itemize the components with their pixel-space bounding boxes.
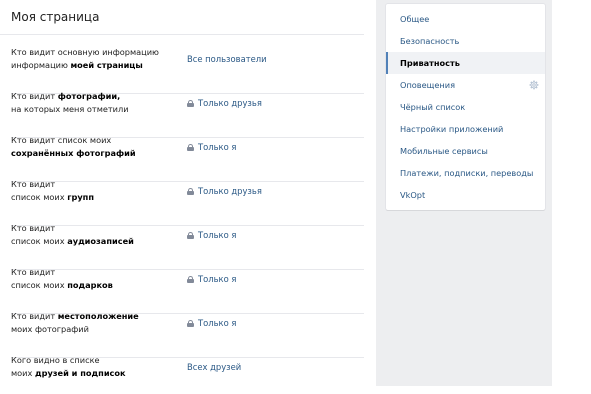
setting-value-link[interactable]: Все пользователи bbox=[187, 53, 267, 65]
lock-icon bbox=[187, 275, 194, 283]
setting-row-audio: Кто видит список моих аудиозаписей Тольк… bbox=[0, 220, 364, 270]
setting-label: Кто видит список моих аудиозаписей bbox=[11, 223, 134, 246]
setting-value-link[interactable]: Только друзья bbox=[187, 185, 262, 197]
setting-row-tagged-photos: Кто видит фотографии, на которых меня от… bbox=[0, 88, 364, 138]
page-title: Моя страница bbox=[11, 10, 100, 24]
setting-row-photo-location: Кто видит местоположение моих фотографий… bbox=[0, 308, 364, 358]
setting-label: Кого видно в списке моих друзей и подпис… bbox=[11, 355, 126, 378]
menu-item-notifications[interactable]: Оповещения bbox=[386, 74, 545, 96]
lock-icon bbox=[187, 99, 194, 107]
setting-row-main-info: Кто видит основную информацию информацию… bbox=[0, 44, 364, 94]
divider bbox=[0, 34, 364, 35]
lock-icon bbox=[187, 143, 194, 151]
setting-row-gifts: Кто видит список моих подарков Только я bbox=[0, 264, 364, 314]
setting-value-link[interactable]: Только я bbox=[187, 273, 236, 285]
setting-label: Кто видит фотографии, на которых меня от… bbox=[11, 91, 129, 114]
lock-icon bbox=[187, 231, 194, 239]
menu-item-general[interactable]: Общее bbox=[386, 8, 545, 30]
setting-label: Кто видит местоположение моих фотографий bbox=[11, 311, 139, 334]
menu-item-mobile-services[interactable]: Мобильные сервисы bbox=[386, 140, 545, 162]
lock-icon bbox=[187, 319, 194, 327]
settings-menu: Общее Безопасность Приватность Оповещени… bbox=[386, 4, 545, 210]
lock-icon bbox=[187, 187, 194, 195]
setting-row-friends-subscriptions: Кого видно в списке моих друзей и подпис… bbox=[0, 352, 364, 394]
menu-item-blacklist[interactable]: Чёрный список bbox=[386, 96, 545, 118]
menu-item-security[interactable]: Безопасность bbox=[386, 30, 545, 52]
setting-label: Кто видит список моих подарков bbox=[11, 267, 113, 290]
setting-value-link[interactable]: Только друзья bbox=[187, 97, 262, 109]
privacy-settings-panel: Моя страница Кто видит основную информац… bbox=[0, 0, 376, 394]
menu-item-app-settings[interactable]: Настройки приложений bbox=[386, 118, 545, 140]
menu-item-privacy[interactable]: Приватность bbox=[386, 52, 545, 74]
setting-value-link[interactable]: Только я bbox=[187, 141, 236, 153]
setting-label: Кто видит список моих сохранённых фотогр… bbox=[11, 135, 136, 158]
menu-item-vkopt[interactable]: VkOpt bbox=[386, 184, 545, 206]
setting-row-groups: Кто видит список моих групп Только друзь… bbox=[0, 176, 364, 226]
setting-value-link[interactable]: Только я bbox=[187, 317, 236, 329]
setting-label: Кто видит основную информацию информацию… bbox=[11, 47, 159, 70]
setting-row-saved-photos: Кто видит список моих сохранённых фотогр… bbox=[0, 132, 364, 182]
setting-value-link[interactable]: Всех друзей bbox=[187, 361, 241, 373]
gear-icon[interactable] bbox=[529, 80, 539, 90]
setting-label: Кто видит список моих групп bbox=[11, 179, 94, 202]
menu-item-payments[interactable]: Платежи, подписки, переводы bbox=[386, 162, 545, 184]
setting-value-link[interactable]: Только я bbox=[187, 229, 236, 241]
